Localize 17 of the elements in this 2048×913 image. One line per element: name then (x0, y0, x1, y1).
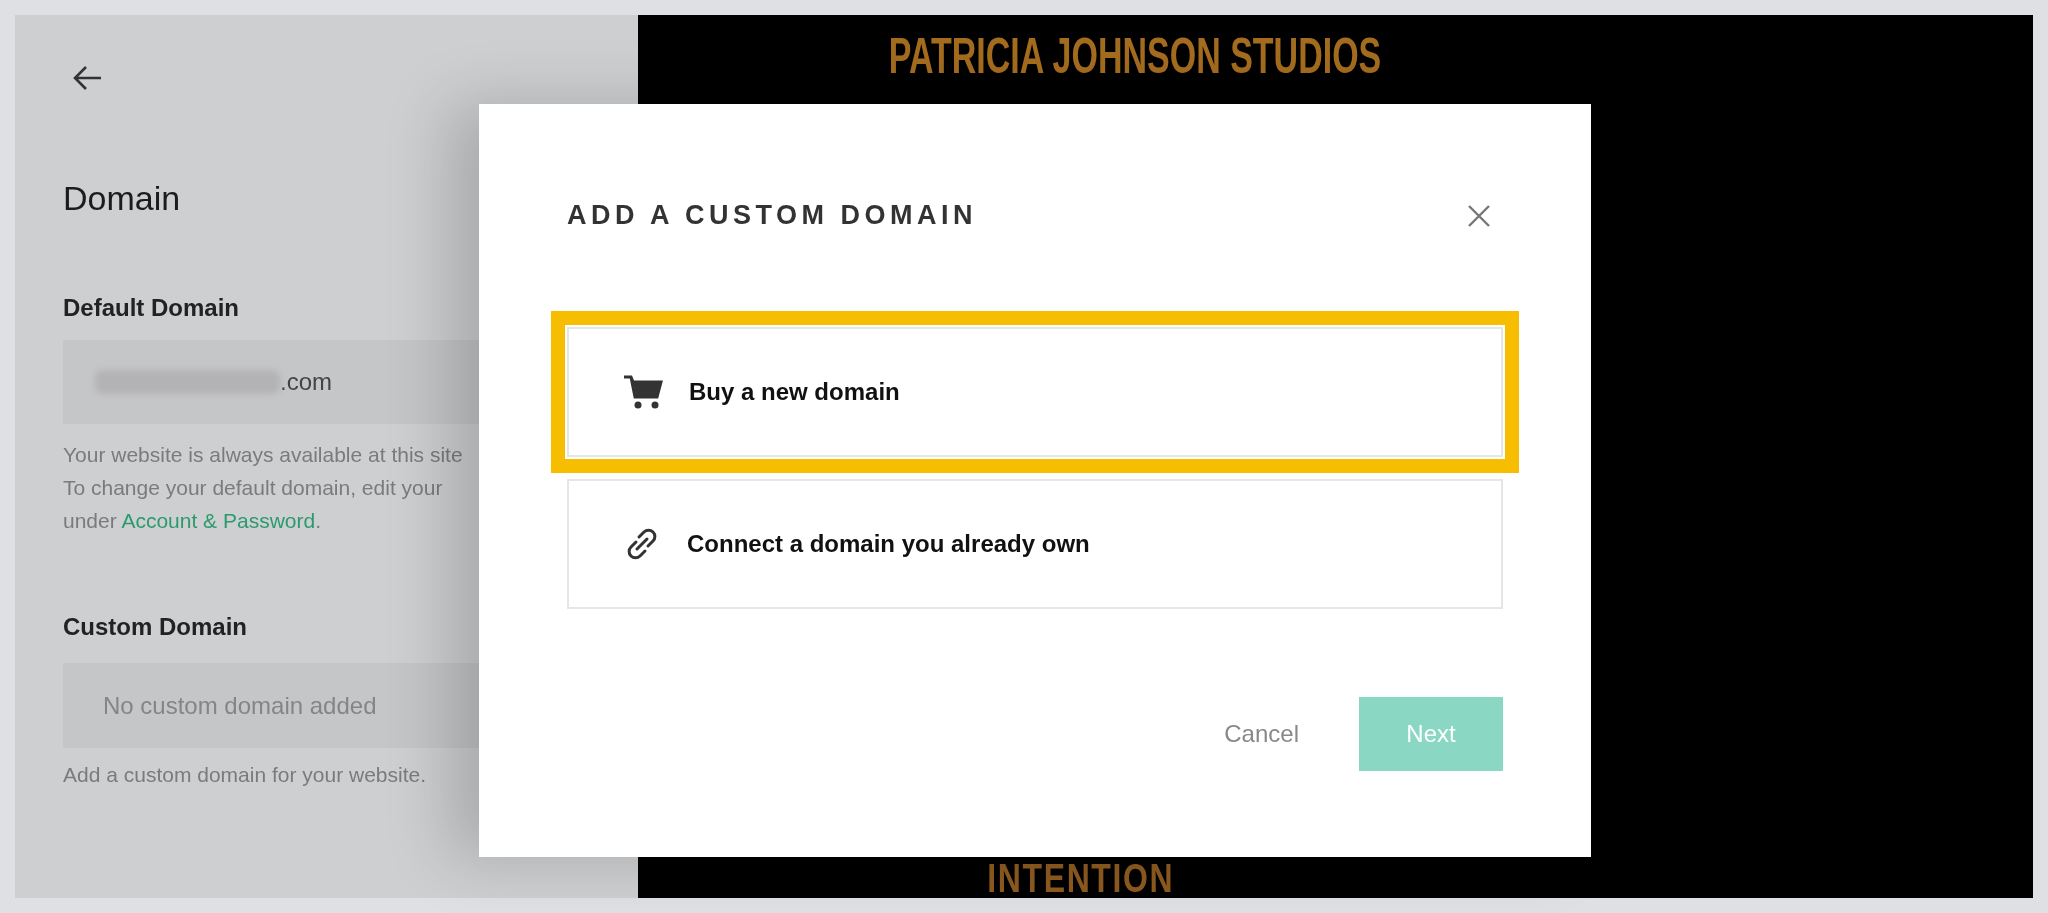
help-text: under Account & Password. (63, 508, 321, 534)
close-icon[interactable] (1467, 203, 1491, 228)
domain-suffix: .com (280, 368, 332, 396)
domain-option[interactable]: Buy a new domain (551, 311, 1519, 473)
domain-option[interactable]: Connect a domain you already own (567, 479, 1503, 609)
back-arrow-icon[interactable] (73, 65, 103, 91)
field-label: Default Domain (63, 294, 239, 322)
site-heading: INTENTION (987, 858, 1174, 898)
help-text: Add a custom domain for your website. (63, 762, 426, 788)
panel-title: Domain (63, 179, 181, 218)
cancel-button[interactable]: Cancel (1214, 710, 1309, 758)
dialog-title: ADD A CUSTOM DOMAIN (567, 200, 977, 231)
field-label: Custom Domain (63, 613, 247, 641)
help-text: To change your default domain, edit your (63, 475, 443, 501)
help-text: Your website is always available at this site (63, 442, 463, 468)
shopping-cart-icon (623, 374, 663, 410)
site-header-title: PATRICIA JOHNSON STUDIOS (889, 27, 1382, 85)
